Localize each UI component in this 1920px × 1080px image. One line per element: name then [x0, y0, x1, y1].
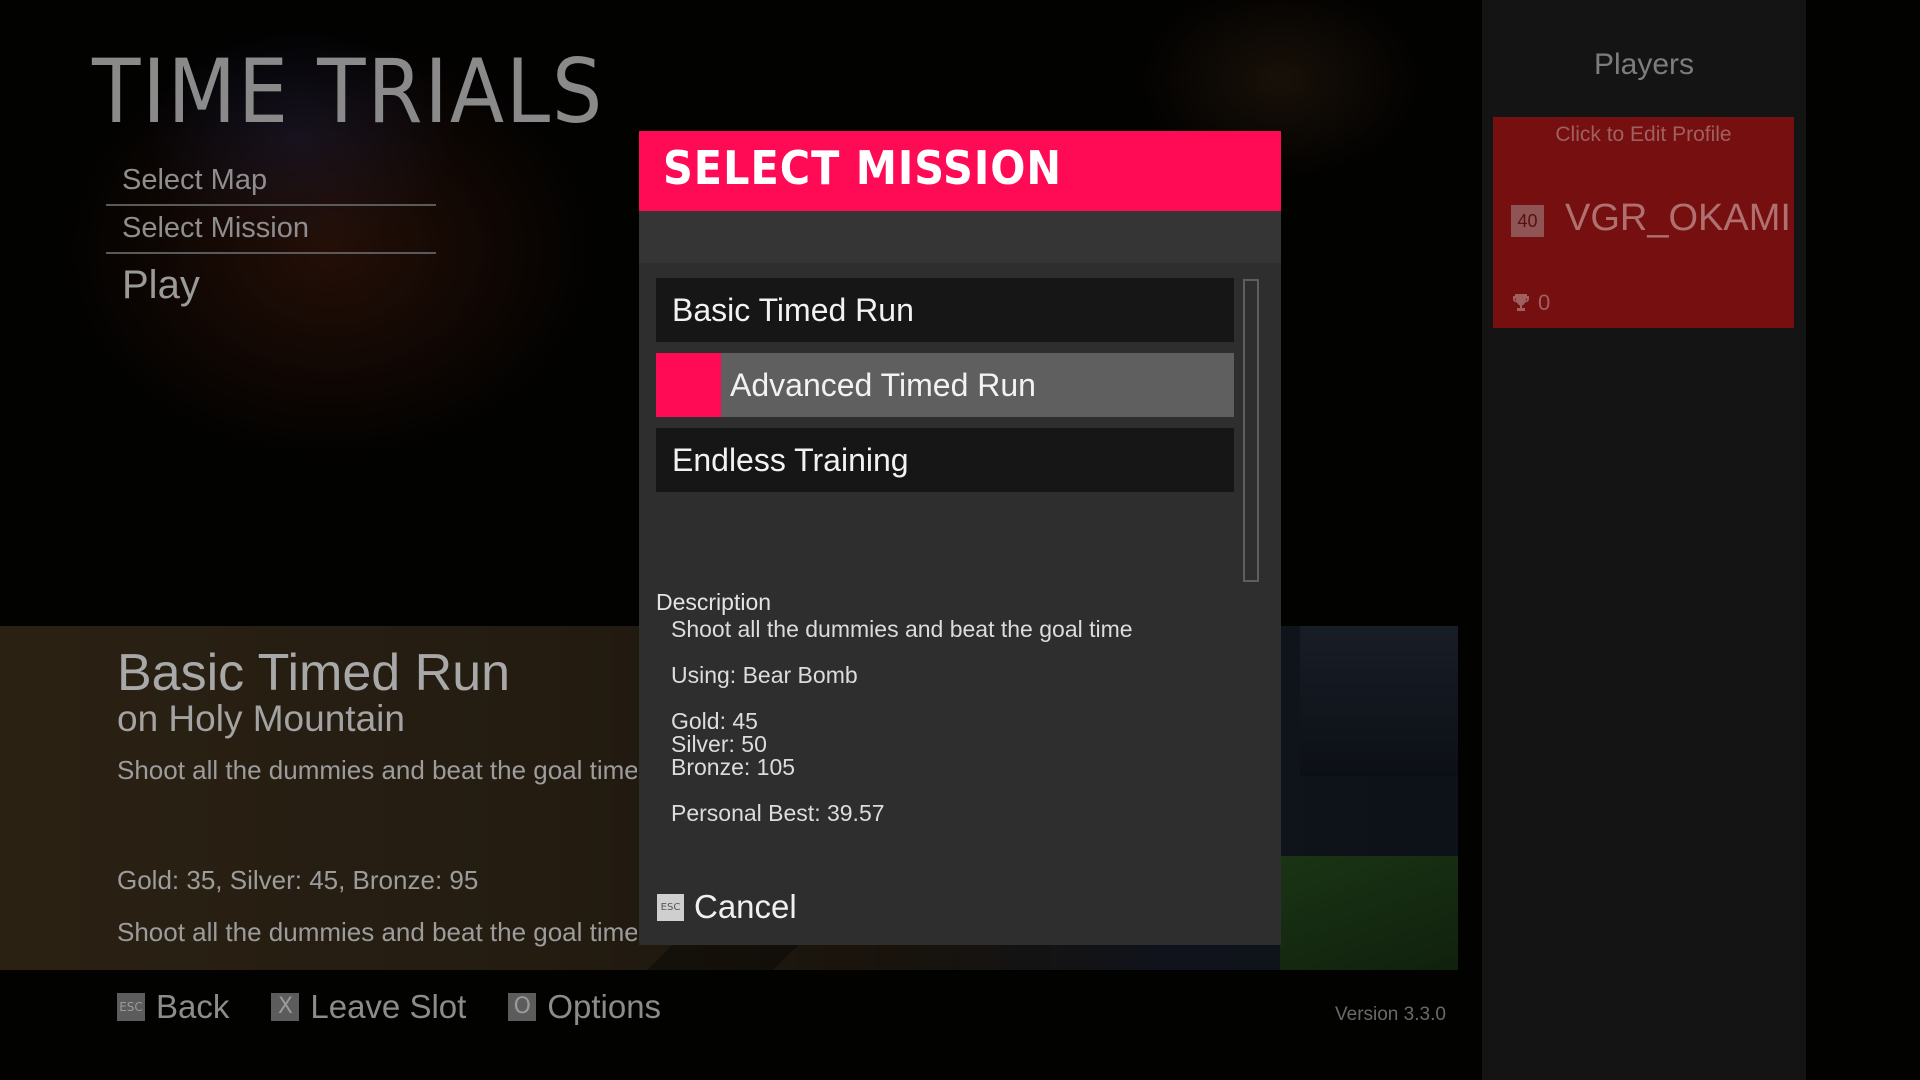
options-button[interactable]: O Options [508, 988, 661, 1026]
description-silver: Silver: 50 [671, 731, 767, 757]
mission-item-advanced-timed-run[interactable]: Advanced Timed Run [656, 353, 1234, 417]
player-profile-card[interactable]: Click to Edit Profile 40 VGR_OKAMI 0 [1493, 117, 1794, 328]
preview-description: Shoot all the dummies and beat the goal … [117, 755, 637, 785]
description-personal-best: Personal Best: 39.57 [671, 800, 885, 826]
menu-item-select-map[interactable]: Select Map [106, 158, 436, 206]
select-mission-dialog: SELECT MISSION Basic Timed Run Advanced … [639, 131, 1281, 945]
page-title: TIME TRIALS [92, 40, 605, 143]
back-label: Back [156, 988, 230, 1025]
cancel-label: Cancel [694, 888, 797, 925]
preview-medals: Gold: 35, Silver: 45, Bronze: 95 [117, 865, 479, 895]
preview-map-name: on Holy Mountain [117, 698, 405, 739]
menu-item-play[interactable]: Play [106, 254, 436, 316]
players-heading: Players [1593, 48, 1695, 81]
back-button[interactable]: ESC Back [117, 988, 229, 1026]
player-level-badge: 40 [1511, 205, 1544, 237]
preview-description-repeat: Shoot all the dummies and beat the goal … [117, 917, 637, 947]
description-gold: Gold: 45 [671, 708, 758, 734]
selection-marker [656, 353, 721, 417]
description-weapon: Using: Bear Bomb [671, 662, 858, 688]
mission-item-label: Advanced Timed Run [730, 367, 1036, 403]
version-label: Version 3.3.0 [1335, 1004, 1446, 1025]
dialog-title: SELECT MISSION [663, 141, 1063, 195]
description-heading: Description [656, 589, 772, 615]
preview-mission-title: Basic Timed Run [117, 644, 511, 702]
mission-item-basic-timed-run[interactable]: Basic Timed Run [656, 278, 1234, 342]
trophy-count: 0 [1538, 290, 1551, 315]
dialog-header-band [639, 211, 1281, 263]
leave-slot-button[interactable]: X Leave Slot [271, 988, 466, 1026]
leave-slot-label: Leave Slot [310, 988, 467, 1025]
cancel-button[interactable]: ESC Cancel [657, 888, 797, 926]
left-menu: Select Map Select Mission Play [106, 158, 436, 316]
o-key-icon: O [508, 993, 537, 1021]
options-label: Options [547, 988, 662, 1025]
description-text: Shoot all the dummies and beat the goal … [671, 616, 1133, 642]
edit-profile-hint: Click to Edit Profile [1555, 123, 1732, 146]
mission-list-scrollbar[interactable] [1243, 279, 1259, 582]
dialog-header: SELECT MISSION [639, 131, 1281, 211]
player-name: VGR_OKAMI [1565, 197, 1791, 239]
esc-key-icon: ESC [117, 993, 145, 1021]
menu-item-select-mission[interactable]: Select Mission [106, 206, 436, 254]
esc-key-icon: ESC [657, 893, 684, 921]
mission-list: Basic Timed Run Advanced Timed Run Endle… [656, 278, 1234, 503]
x-key-icon: X [271, 993, 300, 1021]
description-bronze: Bronze: 105 [671, 754, 796, 780]
bottom-action-bar: ESC Back X Leave Slot O Options [117, 988, 703, 1026]
players-panel: Players Click to Edit Profile 40 VGR_OKA… [1482, 0, 1806, 1080]
mission-item-endless-training[interactable]: Endless Training [656, 428, 1234, 492]
trophy-icon [1513, 294, 1529, 311]
